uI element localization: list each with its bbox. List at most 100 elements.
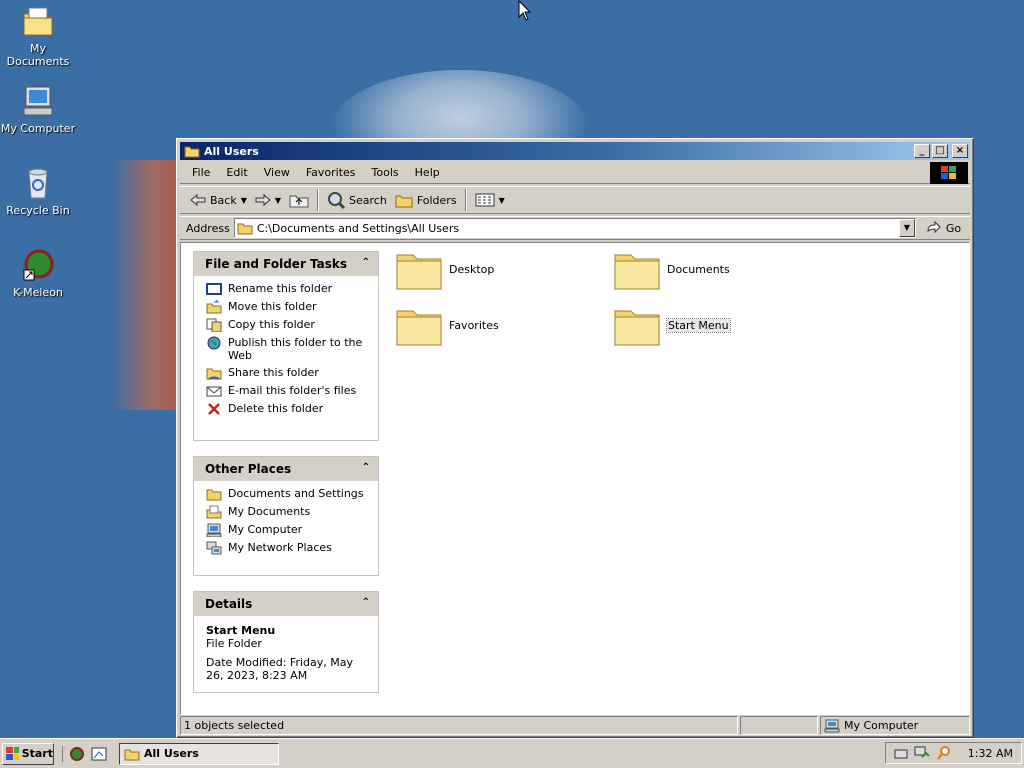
details-type: File Folder bbox=[206, 637, 262, 650]
back-button[interactable]: Back ▼ bbox=[186, 188, 251, 212]
back-arrow-icon bbox=[190, 193, 206, 207]
task-email[interactable]: E-mail this folder's files bbox=[206, 384, 370, 398]
menu-tools[interactable]: Tools bbox=[364, 164, 407, 181]
go-arrow-icon bbox=[927, 221, 941, 234]
place-my-network-places[interactable]: My Network Places bbox=[206, 541, 370, 555]
menu-help[interactable]: Help bbox=[407, 164, 448, 181]
system-tray: 1:32 AM bbox=[884, 742, 1022, 764]
folder-item-desktop[interactable]: Desktop bbox=[395, 247, 494, 291]
network-places-icon bbox=[206, 541, 222, 555]
toolbar-separator bbox=[317, 189, 320, 211]
task-label: E-mail this folder's files bbox=[228, 384, 357, 397]
folder-icon bbox=[396, 254, 442, 290]
collapse-icon[interactable]: ⌃ bbox=[362, 597, 370, 608]
chevron-down-icon[interactable]: ▼ bbox=[241, 196, 247, 205]
task-copy[interactable]: Copy this folder bbox=[206, 318, 370, 332]
folder-label: Documents bbox=[667, 262, 730, 276]
folders-button[interactable]: Folders bbox=[391, 188, 461, 212]
task-delete[interactable]: Delete this folder bbox=[206, 402, 370, 416]
network-icon[interactable] bbox=[914, 745, 930, 761]
place-my-documents[interactable]: My Documents bbox=[206, 505, 370, 519]
task-pane: File and Folder Tasks ⌃ Rename this fold… bbox=[181, 243, 381, 714]
explorer-window: All Users _ □ × File Edit View Favorites… bbox=[176, 138, 974, 738]
my-documents-icon bbox=[206, 505, 222, 519]
details-modified: Date Modified: Friday, May 26, 2023, 8:2… bbox=[206, 656, 354, 682]
go-button[interactable]: Go bbox=[926, 221, 961, 235]
minimize-button[interactable]: _ bbox=[914, 144, 930, 158]
windows-logo-icon bbox=[930, 162, 968, 184]
task-share[interactable]: Share this folder bbox=[206, 366, 370, 380]
panel-header[interactable]: File and Folder Tasks ⌃ bbox=[194, 252, 378, 276]
place-my-computer[interactable]: My Computer bbox=[206, 523, 370, 537]
status-zone: My Computer bbox=[820, 716, 970, 735]
desktop-icon-my-documents[interactable]: My Documents bbox=[0, 4, 76, 68]
task-publish[interactable]: Publish this folder to the Web bbox=[206, 336, 370, 362]
my-computer-icon bbox=[824, 719, 840, 732]
globe-icon bbox=[207, 336, 221, 350]
quick-launch bbox=[62, 745, 113, 762]
address-dropdown-button[interactable]: ▼ bbox=[898, 219, 915, 237]
desktop-icon-recycle-bin[interactable]: Recycle Bin bbox=[0, 166, 76, 217]
folder-item-documents[interactable]: Documents bbox=[613, 247, 730, 291]
go-label: Go bbox=[945, 221, 962, 235]
k-meleon-icon[interactable] bbox=[69, 746, 85, 762]
k-meleon-icon bbox=[21, 248, 55, 282]
delete-icon bbox=[208, 403, 220, 415]
close-button[interactable]: × bbox=[952, 144, 968, 158]
recycle-bin-icon bbox=[21, 166, 55, 200]
taskbar-button-label: All Users bbox=[144, 747, 199, 760]
menu-view[interactable]: View bbox=[256, 164, 298, 181]
status-empty bbox=[740, 716, 818, 735]
email-icon bbox=[206, 386, 222, 397]
panel-header[interactable]: Other Places ⌃ bbox=[194, 457, 378, 481]
desktop-icon-my-computer[interactable]: My Computer bbox=[0, 84, 76, 135]
folder-icon bbox=[206, 489, 222, 501]
standard-toolbar: Back ▼ ▼ Search Folders ▼ bbox=[180, 186, 970, 214]
collapse-icon[interactable]: ⌃ bbox=[362, 462, 370, 473]
task-rename[interactable]: Rename this folder bbox=[206, 282, 370, 296]
folder-item-favorites[interactable]: Favorites bbox=[395, 303, 499, 347]
clock[interactable]: 1:32 AM bbox=[968, 747, 1013, 760]
menu-edit[interactable]: Edit bbox=[218, 164, 255, 181]
address-value: C:\Documents and Settings\All Users bbox=[256, 221, 460, 235]
up-folder-icon bbox=[289, 195, 309, 208]
views-icon bbox=[475, 193, 495, 207]
file-folder-tasks-panel: File and Folder Tasks ⌃ Rename this fold… bbox=[193, 251, 379, 441]
menu-file[interactable]: File bbox=[184, 164, 218, 181]
folder-icon bbox=[614, 310, 660, 346]
menu-favorites[interactable]: Favorites bbox=[298, 164, 364, 181]
folders-icon bbox=[395, 195, 413, 208]
status-selection: 1 objects selected bbox=[180, 716, 738, 735]
folders-label: Folders bbox=[416, 193, 457, 207]
my-documents-icon bbox=[21, 4, 55, 38]
back-label: Back bbox=[210, 193, 237, 207]
details-name: Start Menu bbox=[206, 624, 276, 637]
address-field[interactable]: C:\Documents and Settings\All Users ▼ bbox=[233, 218, 916, 238]
up-folder-button[interactable] bbox=[285, 188, 313, 212]
views-button[interactable]: ▼ bbox=[471, 188, 509, 212]
search-button[interactable]: Search bbox=[323, 188, 391, 212]
collapse-icon[interactable]: ⌃ bbox=[362, 257, 370, 268]
panel-title: Details bbox=[205, 597, 253, 611]
magnifier-icon[interactable] bbox=[936, 745, 952, 761]
keyboard-icon[interactable] bbox=[894, 746, 908, 760]
forward-button[interactable]: ▼ bbox=[251, 188, 285, 212]
desktop-icon-label: My Documents bbox=[6, 42, 70, 68]
folder-item-start-menu[interactable]: Start Menu bbox=[613, 303, 731, 347]
task-label: Share this folder bbox=[228, 366, 319, 379]
show-desktop-icon[interactable] bbox=[91, 746, 107, 762]
panel-header[interactable]: Details ⌃ bbox=[194, 592, 378, 616]
start-button[interactable]: Start bbox=[2, 742, 54, 765]
details-panel: Details ⌃ Start Menu File Folder Date Mo… bbox=[193, 591, 379, 693]
place-documents-and-settings[interactable]: Documents and Settings bbox=[206, 487, 370, 501]
taskbar-button-all-users[interactable]: All Users bbox=[119, 742, 279, 765]
task-move[interactable]: Move this folder bbox=[206, 300, 370, 314]
window-title: All Users bbox=[204, 144, 259, 158]
wallpaper-shape bbox=[110, 160, 180, 410]
desktop-icon-k-meleon[interactable]: K-Meleon bbox=[0, 248, 76, 299]
share-folder-icon bbox=[206, 368, 222, 380]
maximize-button[interactable]: □ bbox=[932, 144, 948, 158]
title-bar[interactable]: All Users _ □ × bbox=[180, 142, 970, 160]
chevron-down-icon[interactable]: ▼ bbox=[275, 196, 281, 205]
chevron-down-icon[interactable]: ▼ bbox=[499, 196, 505, 205]
